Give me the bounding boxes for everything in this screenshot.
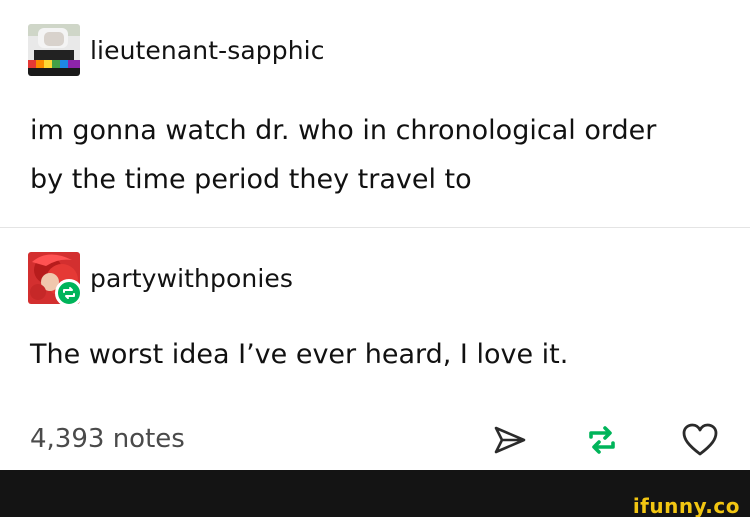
- original-post: lieutenant-sapphic im gonna watch dr. wh…: [0, 0, 750, 227]
- reblog-icon: [589, 426, 615, 454]
- post-body: im gonna watch dr. who in chronological …: [30, 106, 730, 204]
- reply-post: partywithponies The worst idea I’ve ever…: [0, 228, 750, 406]
- ifunny-watermark: ifunny.co: [632, 494, 740, 517]
- heart-icon: [682, 423, 718, 456]
- reblog-button[interactable]: [582, 420, 622, 460]
- avatar-partywithponies[interactable]: [28, 252, 83, 307]
- username[interactable]: lieutenant-sapphic: [90, 36, 325, 65]
- share-icon: [494, 426, 526, 454]
- notes-count[interactable]: 4,393 notes: [30, 424, 185, 454]
- like-button[interactable]: [680, 420, 720, 460]
- reblog-badge-icon: [55, 279, 83, 307]
- share-button[interactable]: [490, 420, 530, 460]
- reply-body: The worst idea I’ve ever heard, I love i…: [30, 339, 569, 370]
- watermark-bar: ifunny.co: [0, 470, 750, 517]
- post-text-line: im gonna watch dr. who in chronological …: [30, 115, 657, 146]
- avatar-lieutenant-sapphic[interactable]: [28, 24, 80, 76]
- original-post-author[interactable]: lieutenant-sapphic: [28, 24, 325, 76]
- reply-post-author[interactable]: partywithponies: [28, 252, 293, 307]
- username[interactable]: partywithponies: [90, 264, 293, 293]
- post-text-line: by the time period they travel to: [30, 164, 472, 195]
- post-footer: 4,393 notes: [0, 406, 750, 470]
